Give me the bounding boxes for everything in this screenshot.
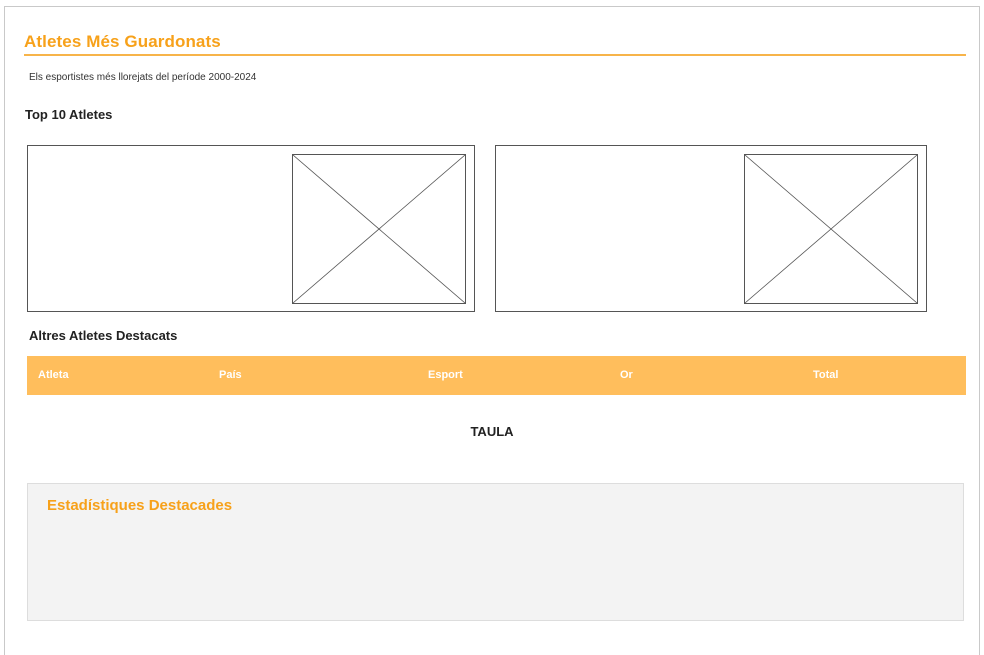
top-athletes-heading: Top 10 Atletes [25,107,113,122]
column-header-total[interactable]: Total [813,369,838,381]
athlete-card[interactable] [27,145,475,312]
other-athletes-heading: Altres Atletes Destacats [29,328,178,343]
table-placeholder: TAULA [470,424,514,439]
athlete-card[interactable] [495,145,927,312]
image-placeholder-icon [744,154,918,304]
column-header-athlete[interactable]: Atleta [38,369,69,381]
page-subtitle: Els esportistes més llorejats del períod… [29,72,257,83]
column-header-country[interactable]: País [219,369,242,381]
column-header-gold[interactable]: Or [620,369,633,381]
athletes-table-header: Atleta País Esport Or Total [27,356,966,395]
column-header-sport[interactable]: Esport [428,369,463,381]
stats-panel: Estadístiques Destacades [27,483,964,621]
image-placeholder-icon [292,154,466,304]
title-divider [24,54,966,56]
page-title: Atletes Més Guardonats [24,32,221,51]
stats-title: Estadístiques Destacades [47,497,233,514]
